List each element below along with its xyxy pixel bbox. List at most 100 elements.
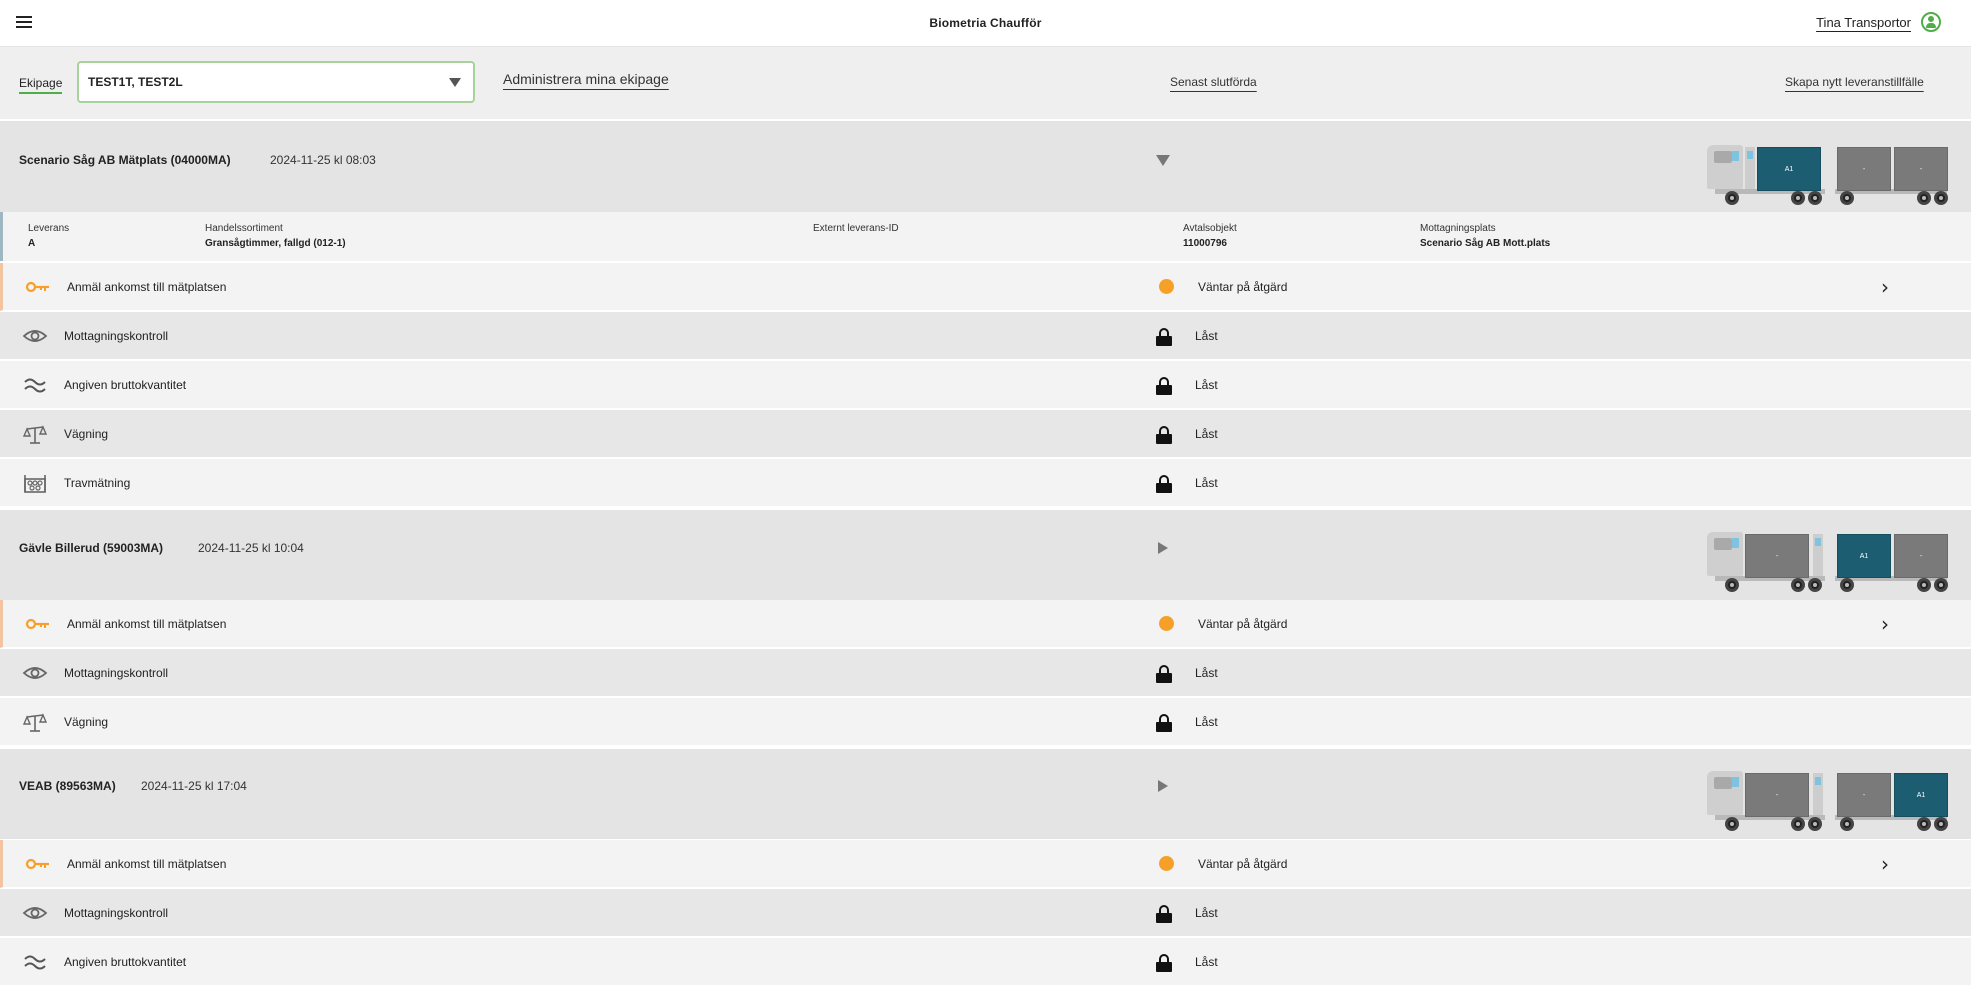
chevron-right-icon[interactable]: › xyxy=(1881,852,1889,876)
truck-illustration: A1 - - xyxy=(1707,133,1952,207)
wheel-icon xyxy=(1791,817,1805,831)
orange-dot-icon xyxy=(1159,279,1174,294)
step-status: Låst xyxy=(1195,955,1218,969)
info-label: Avtalsobjekt xyxy=(1183,223,1237,234)
wheel-icon xyxy=(1791,191,1805,205)
step-label: Vägning xyxy=(64,427,109,441)
delivery-header[interactable]: VEAB (89563MA) 2024-11-25 kl 17:04 - - A… xyxy=(0,747,1971,839)
wheel-icon xyxy=(1840,817,1854,831)
delivery-title: Gävle Billerud (59003MA) xyxy=(19,541,164,555)
wheel-icon xyxy=(1934,191,1948,205)
step-row-weighing: Vägning Låst xyxy=(0,698,1971,746)
truck-load-box: - xyxy=(1837,773,1891,817)
step-label: Mottagningskontroll xyxy=(64,666,169,680)
delivery-header[interactable]: Gävle Billerud (59003MA) 2024-11-25 kl 1… xyxy=(0,508,1971,600)
info-label: Handelssortiment xyxy=(205,223,283,234)
expand-toggle-icon[interactable] xyxy=(1158,780,1168,792)
create-delivery-link[interactable]: Skapa nytt leveranstillfälle xyxy=(1785,75,1924,89)
wheel-icon xyxy=(1840,578,1854,592)
info-value: A xyxy=(28,238,36,249)
truck-cab-icon xyxy=(1707,145,1743,189)
lock-icon xyxy=(1156,905,1172,923)
key-icon xyxy=(25,281,49,293)
chevron-right-icon[interactable]: › xyxy=(1881,275,1889,299)
orange-dot-icon xyxy=(1159,856,1174,871)
log-stack-icon xyxy=(24,475,46,493)
user-name-link[interactable]: Tina Transportor xyxy=(1816,15,1911,30)
delivery-title: VEAB (89563MA) xyxy=(19,779,116,793)
info-label: Externt leverans-ID xyxy=(813,223,899,234)
wheel-icon xyxy=(1840,191,1854,205)
ekipage-select-value: TEST1T, TEST2L xyxy=(88,75,183,89)
wheel-icon xyxy=(1725,191,1739,205)
scale-icon xyxy=(22,425,48,444)
eye-icon xyxy=(22,330,48,342)
step-label: Mottagningskontroll xyxy=(64,329,169,343)
wheel-icon xyxy=(1917,578,1931,592)
step-label: Mottagningskontroll xyxy=(64,906,169,920)
truck-illustration: - - A1 xyxy=(1707,759,1952,833)
step-row-arrival[interactable]: Anmäl ankomst till mätplatsen Väntar på … xyxy=(0,263,1971,311)
wheel-icon xyxy=(1725,578,1739,592)
wheel-icon xyxy=(1808,817,1822,831)
step-row-control: Mottagningskontroll Låst xyxy=(0,649,1971,697)
info-value: 11000796 xyxy=(1183,238,1227,249)
crane-icon xyxy=(1745,147,1755,189)
lock-icon xyxy=(1156,954,1172,972)
truck-load-box: A1 xyxy=(1894,773,1948,817)
lock-icon xyxy=(1156,377,1172,395)
wheel-icon xyxy=(1791,578,1805,592)
eye-icon xyxy=(22,907,48,919)
manage-ekipage-link[interactable]: Administrera mina ekipage xyxy=(503,71,669,87)
step-row-control: Mottagningskontroll Låst xyxy=(0,312,1971,360)
user-menu[interactable]: Tina Transportor xyxy=(1816,12,1941,32)
chevron-right-icon[interactable]: › xyxy=(1881,612,1889,636)
lock-icon xyxy=(1156,714,1172,732)
step-label: Angiven bruttokvantitet xyxy=(64,955,187,969)
recent-completed-link[interactable]: Senast slutförda xyxy=(1170,75,1257,89)
step-row-arrival[interactable]: Anmäl ankomst till mätplatsen Väntar på … xyxy=(0,840,1971,888)
truck-cab-icon xyxy=(1707,532,1743,576)
step-status: Väntar på åtgärd xyxy=(1198,857,1288,871)
approx-icon xyxy=(24,378,46,393)
expand-toggle-icon[interactable] xyxy=(1158,542,1168,554)
lock-icon xyxy=(1156,328,1172,346)
step-row-control: Mottagningskontroll Låst xyxy=(0,889,1971,937)
app-title: Biometria Chaufför xyxy=(929,16,1042,30)
scale-icon xyxy=(22,713,48,732)
wheel-icon xyxy=(1808,191,1822,205)
delivery-date: 2024-11-25 kl 08:03 xyxy=(270,153,376,167)
step-label: Anmäl ankomst till mätplatsen xyxy=(67,280,227,294)
step-status: Låst xyxy=(1195,476,1218,490)
delivery-header[interactable]: Scenario Såg AB Mätplats (04000MA) 2024-… xyxy=(0,119,1971,212)
approx-icon xyxy=(24,955,46,970)
step-label: Anmäl ankomst till mätplatsen xyxy=(67,617,227,631)
step-label: Angiven bruttokvantitet xyxy=(64,378,187,392)
top-bar: Biometria Chaufför Tina Transportor xyxy=(0,0,1971,47)
eye-icon xyxy=(22,667,48,679)
lock-icon xyxy=(1156,665,1172,683)
user-avatar-icon[interactable] xyxy=(1921,12,1941,32)
step-status: Låst xyxy=(1195,378,1218,392)
wheel-icon xyxy=(1808,578,1822,592)
step-status: Väntar på åtgärd xyxy=(1198,280,1288,294)
truck-load-box: A1 xyxy=(1757,147,1821,191)
step-label: Travmätning xyxy=(64,476,131,490)
toolbar: Ekipage TEST1T, TEST2L Administrera mina… xyxy=(0,47,1971,119)
delivery-date: 2024-11-25 kl 17:04 xyxy=(141,779,247,793)
step-status: Låst xyxy=(1195,666,1218,680)
delivery-date: 2024-11-25 kl 10:04 xyxy=(198,541,304,555)
step-label: Vägning xyxy=(64,715,109,729)
wheel-icon xyxy=(1934,578,1948,592)
truck-load-box: - xyxy=(1745,534,1809,578)
step-row-arrival[interactable]: Anmäl ankomst till mätplatsen Väntar på … xyxy=(0,600,1971,648)
caret-down-icon xyxy=(449,78,461,87)
crane-icon xyxy=(1813,534,1823,576)
truck-load-box: A1 xyxy=(1837,534,1891,578)
wheel-icon xyxy=(1934,817,1948,831)
key-icon xyxy=(25,618,49,630)
delivery-info-strip: Leverans A Handelssortiment Gransågtimme… xyxy=(0,212,1971,261)
ekipage-select[interactable]: TEST1T, TEST2L xyxy=(77,61,475,103)
collapse-toggle-icon[interactable] xyxy=(1156,155,1170,166)
step-row-gross-quantity: Angiven bruttokvantitet Låst xyxy=(0,938,1971,986)
